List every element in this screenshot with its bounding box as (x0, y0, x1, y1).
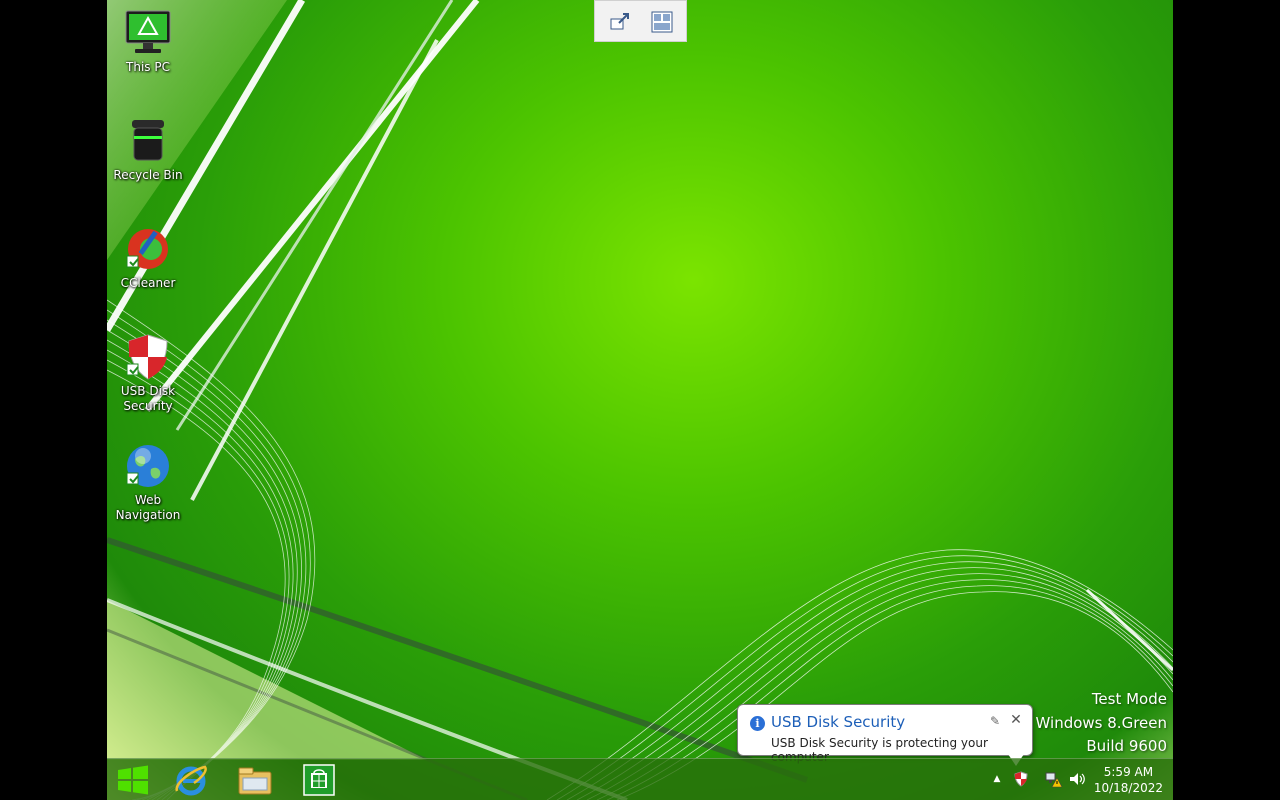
desktop-icon-label-line2: Security (123, 399, 173, 413)
chevron-up-icon: ▲ (993, 774, 1001, 784)
ccleaner-icon (123, 224, 173, 274)
start-button[interactable] (107, 761, 159, 799)
network-warning-icon (1045, 772, 1062, 788)
file-explorer-icon (238, 767, 272, 795)
window-layout-button[interactable] (649, 9, 675, 35)
desktop[interactable]: This PC Recycle Bin CCleaner USB Disk Se… (107, 0, 1173, 800)
layout-icon (651, 11, 673, 33)
desktop-icon-label: This PC (126, 60, 170, 74)
desktop-icon-label-line2: Navigation (115, 508, 181, 522)
show-hidden-icons-button[interactable]: ▲ (987, 769, 1007, 789)
desktop-icon-recycle-bin[interactable]: Recycle Bin (111, 116, 185, 183)
test-mode-watermark: Test Mode Windows 8.Green Build 9600 (1036, 688, 1167, 759)
wallpaper (107, 0, 1173, 800)
monitor-icon (123, 8, 173, 58)
clock-date: 10/18/2022 (1093, 781, 1163, 795)
info-icon: i (750, 716, 765, 731)
desktop-icon-label: Recycle Bin (113, 168, 183, 182)
taskbar-internet-explorer[interactable] (165, 761, 217, 799)
store-icon (303, 764, 335, 796)
desktop-icon-label: CCleaner (120, 276, 176, 290)
desktop-icon-usb-disk-security[interactable]: USB Disk Security (111, 332, 185, 414)
shield-icon (1014, 771, 1028, 787)
send-keys-button[interactable] (607, 9, 633, 35)
tray-network[interactable] (1043, 769, 1063, 789)
pin-icon[interactable]: ✎ (988, 714, 1002, 728)
desktop-icon-web-navigation[interactable]: Web Navigation (111, 441, 185, 523)
desktop-icon-label-line1: Web (134, 493, 162, 507)
taskbar-file-explorer[interactable] (229, 761, 281, 799)
clock[interactable]: 5:59 AM 10/18/2022 (1094, 764, 1163, 796)
start-icon (118, 765, 148, 795)
remote-toolbar (594, 0, 687, 42)
system-tray: ▲ 5:59 AM 10/18/2022 (983, 759, 1173, 800)
tray-usb-disk-security[interactable] (1011, 769, 1031, 789)
send-icon (610, 13, 629, 30)
desktop-icon-ccleaner[interactable]: CCleaner (111, 224, 185, 291)
watermark-line2: Windows 8.Green (1035, 713, 1167, 732)
taskbar-store[interactable] (293, 761, 345, 799)
globe-icon (123, 441, 173, 491)
taskbar: ▲ 5:59 AM 10/18/2022 (107, 758, 1173, 800)
recycle-bin-icon (123, 116, 173, 166)
clock-time: 5:59 AM (1103, 765, 1154, 779)
speaker-icon (1070, 773, 1085, 785)
notification-balloon[interactable]: i USB Disk Security ✎ ✕ USB Disk Securit… (737, 704, 1033, 766)
close-icon[interactable]: ✕ (1008, 712, 1024, 728)
watermark-line3: Build 9600 (1086, 737, 1167, 755)
internet-explorer-icon (175, 765, 207, 796)
desktop-icon-label-line1: USB Disk (120, 384, 176, 398)
shield-icon (123, 332, 173, 382)
tray-volume[interactable] (1067, 769, 1087, 789)
desktop-icon-this-pc[interactable]: This PC (111, 8, 185, 75)
watermark-line1: Test Mode (1091, 690, 1167, 708)
notification-title: USB Disk Security (771, 713, 906, 731)
